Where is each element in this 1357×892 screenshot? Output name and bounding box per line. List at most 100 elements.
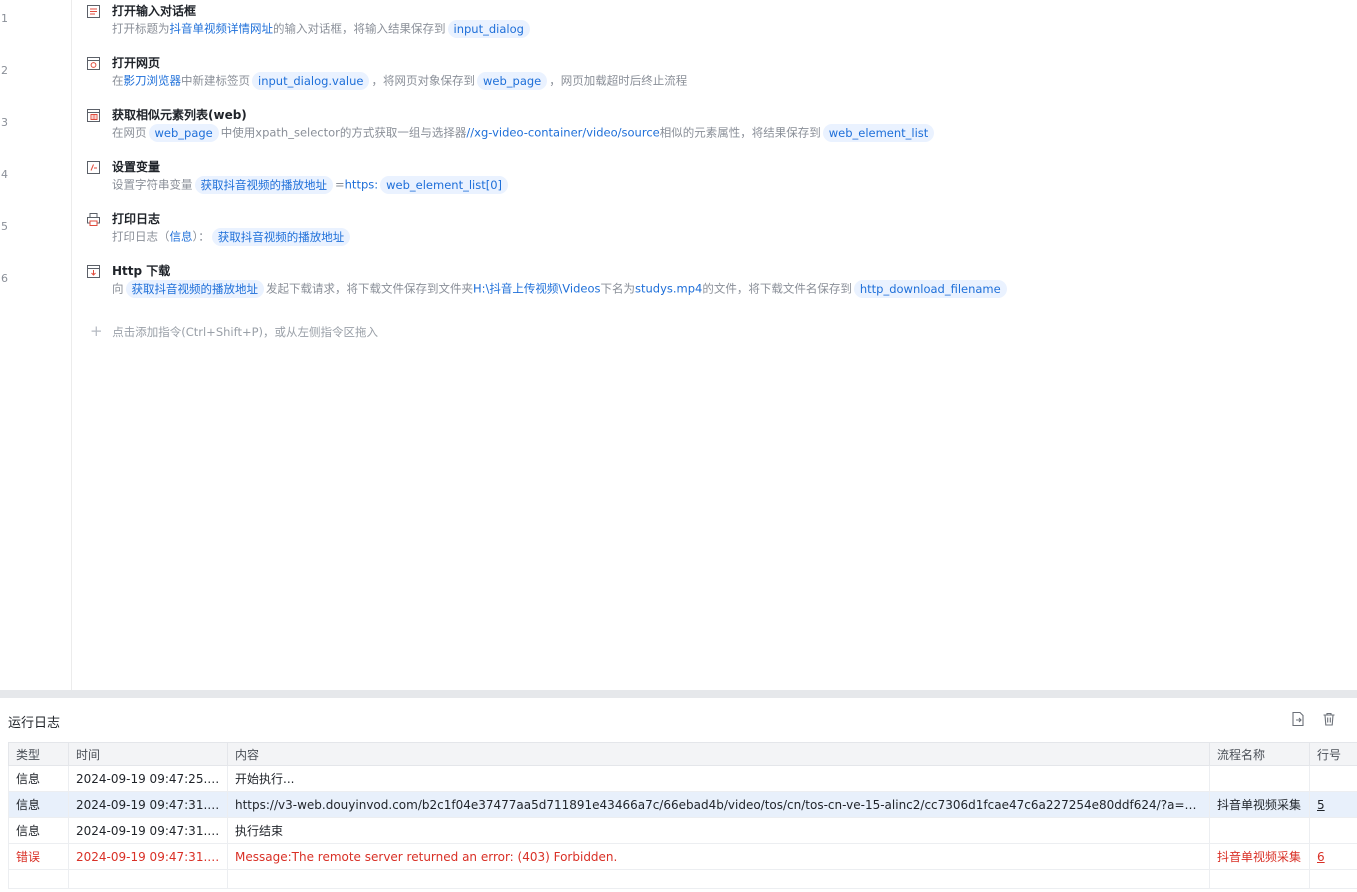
desc-text: 的文件，将下载文件名保存到 — [702, 281, 852, 296]
plus-icon: + — [90, 322, 103, 340]
add-command-hint[interactable]: + 点击添加指令(Ctrl+Shift+P)，或从左侧指令区拖入 — [90, 322, 378, 340]
desc-text: 在网页 — [112, 125, 147, 140]
log-flow: 抖音单视频采集 — [1209, 791, 1310, 818]
log-empty-cell — [1209, 869, 1310, 889]
line-number-gutter: 1 2 3 4 5 6 — [0, 0, 72, 690]
log-title: 运行日志 — [8, 716, 61, 731]
log-flow: 抖音单视频采集 — [1209, 843, 1310, 870]
flow-step[interactable]: 打开输入对话框 打开标题为抖音单视频详情网址的输入对话框，将输入结果保存到 inpu… — [86, 2, 1326, 50]
log-row[interactable]: 错误 2024-09-19 09:47:31.517 Message:The rem… — [8, 843, 1357, 870]
desc-text: 打印日志（ — [112, 229, 170, 244]
col-time[interactable]: 时间 — [68, 742, 228, 766]
desc-text: 发起下载请求，将下载文件保存到文件夹 — [266, 281, 473, 296]
step-description: 在网页 web_page 中使用xpath_selector的方式获取一组与选择器/… — [112, 123, 936, 142]
param-value: https: — [344, 177, 379, 192]
log-content: 执行结束 — [227, 817, 1210, 844]
export-icon[interactable] — [1290, 711, 1306, 727]
step-title: 打开网页 — [112, 56, 161, 70]
desc-text: 相似的元素属性，将结果保存到 — [659, 125, 821, 140]
log-body: 信息 2024-09-19 09:47:25.919 开始执行... 信息 2024-0… — [8, 765, 1357, 889]
variable-chip[interactable]: 获取抖音视频的播放地址 — [125, 279, 264, 298]
print-icon — [86, 212, 101, 227]
element-list-icon — [86, 108, 101, 123]
desc-text: 的输入对话框，将输入结果保存到 — [273, 21, 446, 36]
flow-step[interactable]: Http 下载向获取抖音视频的播放地址 发起下载请求，将下载文件保存到文件夹H:\… — [86, 262, 1326, 310]
line-number: 1 — [1, 12, 8, 25]
variable-chip[interactable]: 获取抖音视频的播放地址 — [194, 175, 333, 194]
trash-icon[interactable] — [1321, 711, 1337, 727]
log-type: 信息 — [8, 791, 69, 818]
flow-step[interactable]: 打印日志 打印日志（信息）： 获取抖音视频的播放地址 — [86, 210, 1326, 258]
step-description: 打开标题为抖音单视频详情网址的输入对话框，将输入结果保存到 input_dialo… — [112, 19, 532, 38]
desc-text: ）： — [192, 229, 210, 244]
variable-chip[interactable]: 获取抖音视频的播放地址 — [211, 227, 351, 246]
variable-chip[interactable]: web_element_list[0] — [380, 175, 509, 194]
step-title: 打印日志 — [112, 212, 161, 226]
flow-editor: 1 2 3 4 5 6 打开输入对话框 打开标题为抖音单视频详情网址的输入对话框，将输入结果… — [0, 0, 1357, 690]
download-icon — [86, 264, 101, 279]
variable-chip[interactable]: http_download_filename — [853, 279, 1007, 298]
log-flow — [1209, 765, 1310, 792]
log-type: 信息 — [8, 817, 69, 844]
log-empty-cell — [8, 869, 69, 889]
flow-step[interactable]: 获取相似元素列表(web) 在网页 web_page 中使用xpath_selecto… — [86, 106, 1326, 154]
log-flow — [1209, 817, 1310, 844]
desc-text: = — [335, 177, 345, 192]
col-content[interactable]: 内容 — [227, 742, 1210, 766]
line-number: 2 — [1, 64, 8, 77]
desc-text: 中新建标签页 — [181, 73, 250, 88]
variable-chip[interactable]: web_page — [148, 123, 219, 142]
log-empty-cell — [68, 869, 228, 889]
desc-text: 向 — [112, 281, 124, 296]
col-flow[interactable]: 流程名称 — [1209, 742, 1310, 766]
log-row[interactable]: 信息 2024-09-19 09:47:31.209 https://v3-web.… — [8, 791, 1357, 818]
log-toolbar — [1280, 711, 1337, 731]
log-content: https://v3-web.douyinvod.com/b2c1f04e374… — [227, 791, 1210, 818]
param-value: 信息 — [169, 229, 193, 244]
line-number: 3 — [1, 116, 8, 129]
variable-chip[interactable]: input_dialog.value — [252, 71, 370, 90]
flow-step[interactable]: 打开网页 在影刀浏览器中新建标签页 input_dialog.value ，将网页对象… — [86, 54, 1326, 102]
step-description: 在影刀浏览器中新建标签页 input_dialog.value ，将网页对象保存到 w… — [112, 71, 687, 90]
log-header-row: 类型 时间 内容 流程名称 行号 — [8, 742, 1357, 766]
col-line[interactable]: 行号 — [1309, 742, 1357, 766]
desc-text: ，网页加载超时后终止流程 — [549, 73, 688, 88]
panel-splitter[interactable] — [0, 690, 1357, 698]
step-description: 打印日志（信息）： 获取抖音视频的播放地址 — [112, 227, 352, 246]
param-value: 影刀浏览器 — [123, 73, 182, 88]
step-title: Http 下载 — [112, 264, 171, 278]
line-number: 6 — [1, 272, 8, 285]
desc-text: 打开标题为 — [112, 21, 170, 36]
browser-icon — [86, 56, 101, 71]
step-description: 向获取抖音视频的播放地址 发起下载请求，将下载文件保存到文件夹H:\抖音上传视频\… — [112, 279, 1009, 298]
desc-text: 中使用xpath_selector的方式获取一组与选择器 — [220, 125, 467, 140]
dialog-icon — [86, 4, 101, 19]
log-line-number: 5 — [1309, 791, 1357, 818]
log-line-number — [1309, 817, 1357, 844]
log-line-number — [1309, 765, 1357, 792]
add-command-label: 点击添加指令(Ctrl+Shift+P)，或从左侧指令区拖入 — [112, 325, 379, 339]
log-row[interactable]: 信息 2024-09-19 09:47:25.919 开始执行... — [8, 765, 1357, 792]
variable-chip[interactable]: web_element_list — [822, 123, 935, 142]
log-time: 2024-09-19 09:47:31.436 — [68, 817, 228, 844]
variable-chip[interactable]: web_page — [476, 71, 548, 90]
param-value: //xg-video-container/video/source — [466, 125, 660, 140]
flow-step[interactable]: 设置变量设置字符串变量 获取抖音视频的播放地址 =https: web_element… — [86, 158, 1326, 206]
step-title: 设置变量 — [112, 160, 161, 174]
run-log-panel: 运行日志 类型 时间 内容 流程名称 行号 信息 2024-09-19 09:47… — [0, 698, 1357, 892]
variable-chip[interactable]: input_dialog — [447, 19, 530, 38]
log-type: 错误 — [8, 843, 69, 870]
log-row[interactable]: 信息 2024-09-19 09:47:31.436 执行结束 — [8, 817, 1357, 844]
param-value: H:\抖音上传视频\Videos — [473, 281, 601, 296]
desc-text: 设置字符串变量 — [112, 177, 193, 192]
desc-text: 在 — [112, 73, 124, 88]
log-time: 2024-09-19 09:47:31.209 — [68, 791, 228, 818]
log-content: Message:The remote server returned an er… — [227, 843, 1210, 870]
line-link[interactable]: 5 — [1317, 798, 1325, 812]
col-type[interactable]: 类型 — [8, 742, 69, 766]
log-empty-cell — [227, 869, 1210, 889]
log-time: 2024-09-19 09:47:25.919 — [68, 765, 228, 792]
line-number: 5 — [1, 220, 8, 233]
log-content: 开始执行... — [227, 765, 1210, 792]
line-link[interactable]: 6 — [1317, 850, 1325, 864]
